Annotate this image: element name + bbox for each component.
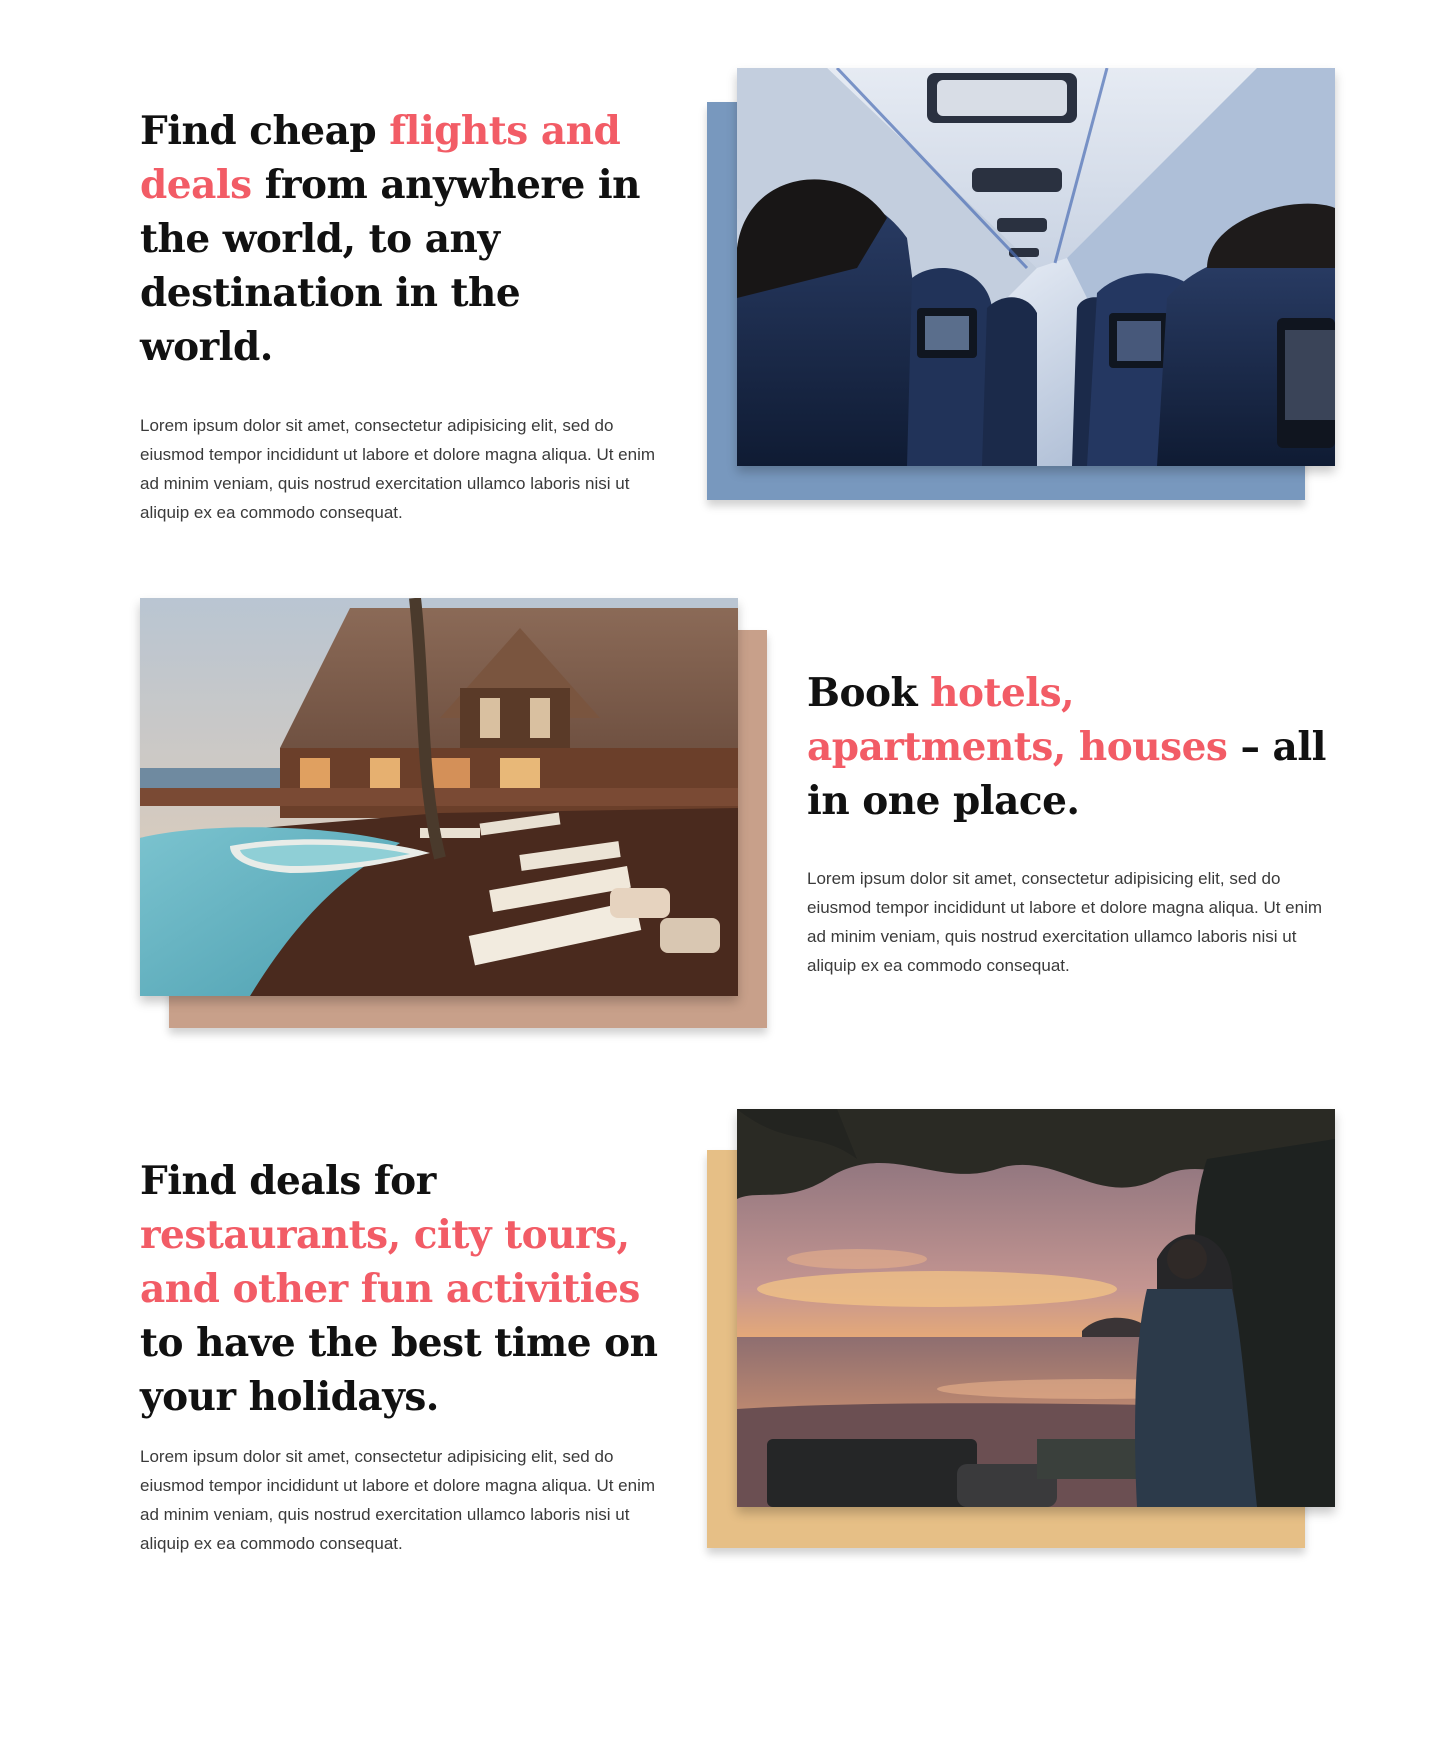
feature-hotels-text: Book hotels, apartments, houses – all in… [807,666,1327,980]
feature-hotels-heading: Book hotels, apartments, houses – all in… [807,666,1327,828]
feature-flights-text: Find cheap flights and deals from anywhe… [140,104,665,527]
heading-text: Find cheap [140,108,390,154]
feature-hotels-body: Lorem ipsum dolor sit amet, consectetur … [807,869,1323,975]
feature-flights-media [707,68,1337,500]
heading-text: Find deals for [140,1158,436,1204]
feature-flights-body: Lorem ipsum dolor sit amet, consectetur … [140,416,656,522]
feature-flights-heading: Find cheap flights and deals from anywhe… [140,104,665,374]
beach-sunset-photo [737,1109,1335,1507]
airplane-cabin-photo [737,68,1335,466]
feature-activities-text: Find deals for restaurants, city tours, … [140,1154,665,1558]
feature-hotels-media [140,598,770,1028]
heading-text: to have the best time on your holidays. [140,1320,658,1420]
heading-text: Book [807,670,931,716]
resort-pool-photo [140,598,738,996]
feature-activities-heading: Find deals for restaurants, city tours, … [140,1154,665,1424]
heading-accent-text: restaurants, city tours, and other fun a… [140,1212,640,1312]
feature-activities-media [707,1109,1337,1548]
feature-activities-body: Lorem ipsum dolor sit amet, consectetur … [140,1447,656,1553]
